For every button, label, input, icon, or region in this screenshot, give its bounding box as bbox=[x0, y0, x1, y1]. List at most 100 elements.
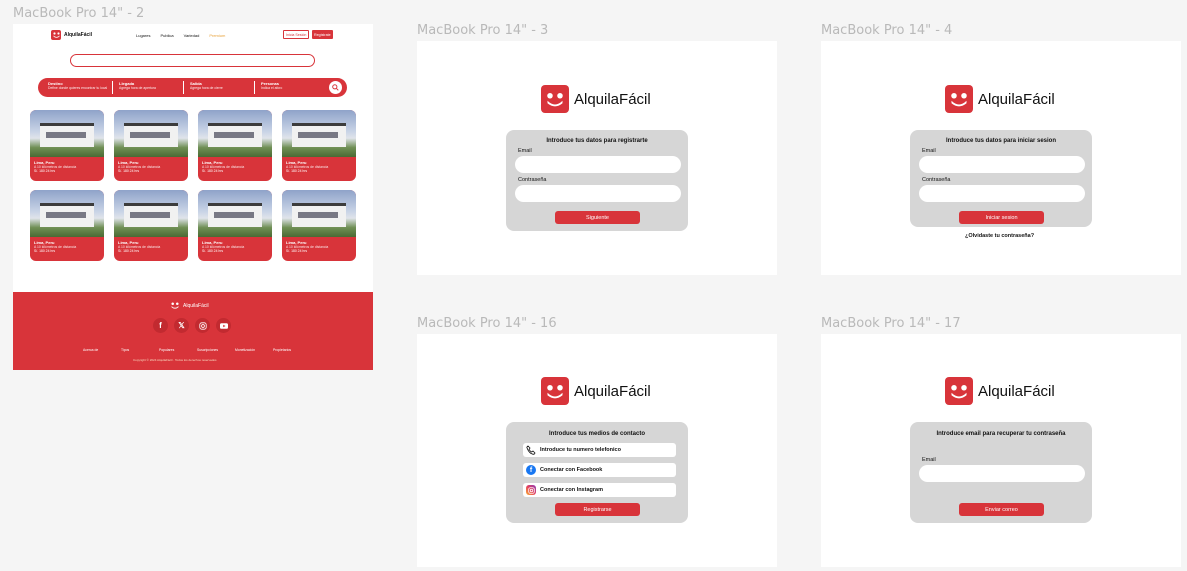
property-card[interactable]: Lima, Peru A 10 kilómetros de distancia S/… bbox=[114, 110, 188, 181]
property-price: S/. 180 24 hrs bbox=[286, 169, 308, 173]
recover-panel: Introduce email para recuperar tu contra… bbox=[910, 422, 1092, 523]
search-filters-bar: Destino Define donde quieres encontrar t… bbox=[38, 78, 347, 97]
password-label: Contraseña bbox=[922, 177, 951, 183]
property-card[interactable]: Lima, Peru A 10 kilómetros de distancia S/… bbox=[198, 190, 272, 261]
property-card[interactable]: Lima, Peru A 10 kilómetros de distancia S/… bbox=[198, 110, 272, 181]
filter-llegada[interactable]: Llegada Agrega hora de apertura bbox=[119, 81, 184, 94]
brand-icon bbox=[171, 302, 179, 309]
property-distance: A 10 kilómetros de distancia bbox=[286, 165, 329, 169]
filter-salida[interactable]: Salida Agrega hora de cierre bbox=[190, 81, 255, 94]
brand-icon bbox=[945, 85, 973, 113]
property-card[interactable]: Lima, Peru A 10 kilómetros de distancia S/… bbox=[114, 190, 188, 261]
property-distance: A 10 kilómetros de distancia bbox=[286, 245, 329, 249]
instagram-connect[interactable]: Conectar con Instagram bbox=[523, 483, 676, 497]
signup-button[interactable]: Registrarse bbox=[555, 503, 640, 516]
email-label: Email bbox=[922, 148, 936, 154]
brand-name: AlquilaFácil bbox=[574, 382, 651, 400]
social-links: f 𝕏 bbox=[153, 318, 231, 333]
property-distance: A 10 kilómetros de distancia bbox=[118, 245, 161, 249]
brand-name: AlquilaFácil bbox=[978, 90, 1055, 108]
brand-icon bbox=[945, 377, 973, 405]
facebook-connect[interactable]: f Conectar con Facebook bbox=[523, 463, 676, 477]
panel-title: Introduce email para recuperar tu contra… bbox=[936, 431, 1066, 437]
nav-link-lugares[interactable]: Lugares bbox=[136, 33, 150, 38]
phone-field[interactable]: Introduce tu numero telefonico bbox=[523, 443, 676, 457]
property-distance: A 10 kilómetros de distancia bbox=[202, 165, 245, 169]
panel-title: Introduce tus datos para registrarte bbox=[546, 138, 648, 144]
property-image bbox=[114, 110, 188, 157]
password-label: Contraseña bbox=[518, 177, 547, 183]
property-distance: A 10 kilómetros de distancia bbox=[34, 165, 77, 169]
login-panel: Introduce tus datos para iniciar sesion … bbox=[910, 130, 1092, 227]
login-submit-button[interactable]: Iniciar sesion bbox=[959, 211, 1044, 224]
footer-brand-name: AlquilaFácil bbox=[183, 302, 209, 309]
next-button[interactable]: Siguiente bbox=[555, 211, 640, 224]
footer-brand: AlquilaFácil bbox=[171, 302, 209, 309]
facebook-icon[interactable]: f bbox=[153, 318, 168, 333]
property-price: S/. 180 24 hrs bbox=[202, 169, 224, 173]
brand-logo: AlquilaFácil bbox=[541, 377, 651, 405]
property-card[interactable]: Lima, Peru A 10 kilómetros de distancia S/… bbox=[30, 110, 104, 181]
property-distance: A 10 kilómetros de distancia bbox=[118, 165, 161, 169]
instagram-connect-label: Conectar con Instagram bbox=[540, 487, 603, 493]
contact-panel: Introduce tus medios de contacto Introdu… bbox=[506, 422, 688, 523]
footer-link[interactable]: Propietarios bbox=[273, 348, 311, 352]
youtube-icon[interactable] bbox=[216, 318, 231, 333]
forgot-password-link[interactable]: ¿Olvidaste tu contraseña? bbox=[965, 233, 1034, 239]
footer-link[interactable]: Acerca de bbox=[83, 348, 121, 352]
property-distance: A 10 kilómetros de distancia bbox=[34, 245, 77, 249]
password-field[interactable] bbox=[919, 185, 1085, 202]
panel-title: Introduce tus datos para iniciar sesion bbox=[945, 138, 1057, 144]
instagram-icon[interactable] bbox=[195, 318, 210, 333]
nav-link-premium[interactable]: Premium bbox=[209, 33, 225, 38]
footer-link[interactable]: Tipos bbox=[121, 348, 159, 352]
footer-link[interactable]: Monetización bbox=[235, 348, 273, 352]
property-image bbox=[282, 110, 356, 157]
brand-name: AlquilaFácil bbox=[64, 32, 93, 38]
property-card[interactable]: Lima, Peru A 10 kilómetros de distancia S/… bbox=[282, 190, 356, 261]
property-price: S/. 180 24 hrs bbox=[34, 249, 56, 253]
property-image bbox=[198, 190, 272, 237]
search-icon[interactable] bbox=[329, 81, 342, 94]
login-button[interactable]: Inicia Sesión bbox=[283, 30, 310, 39]
property-image bbox=[30, 110, 104, 157]
frame-label: MacBook Pro 14" - 3 bbox=[417, 23, 549, 38]
home-page-frame: AlquilaFácil Lugares Publica Variedad Pr… bbox=[13, 24, 373, 370]
search-input[interactable] bbox=[70, 54, 315, 67]
brand-name: AlquilaFácil bbox=[574, 90, 651, 108]
filter-personas[interactable]: Personas Indica el aforo bbox=[261, 81, 326, 94]
property-image bbox=[198, 110, 272, 157]
nav-link-publica[interactable]: Publica bbox=[160, 33, 173, 38]
register-frame: AlquilaFácil Introduce tus datos para re… bbox=[417, 41, 777, 275]
filter-destino[interactable]: Destino Define donde quieres encontrar t… bbox=[48, 81, 113, 94]
brand-name: AlquilaFácil bbox=[978, 382, 1055, 400]
register-button[interactable]: Regístrate bbox=[312, 30, 333, 39]
copyright: Copyright © 2024 AlquilaFácil · Todos lo… bbox=[133, 358, 217, 362]
nav-link-variedad[interactable]: Variedad bbox=[184, 33, 200, 38]
property-price: S/. 180 24 hrs bbox=[34, 169, 56, 173]
email-field[interactable] bbox=[515, 156, 681, 173]
footer: AlquilaFácil f 𝕏 Acerca de Tipos Popular… bbox=[13, 292, 373, 370]
property-card[interactable]: Lima, Peru A 10 kilómetros de distancia S/… bbox=[282, 110, 356, 181]
footer-link[interactable]: Populares bbox=[159, 348, 197, 352]
facebook-icon: f bbox=[526, 465, 536, 475]
login-frame: AlquilaFácil Introduce tus datos para in… bbox=[821, 41, 1181, 275]
email-field[interactable] bbox=[919, 156, 1085, 173]
frame-label: MacBook Pro 14" - 16 bbox=[417, 316, 557, 331]
password-field[interactable] bbox=[515, 185, 681, 202]
property-card[interactable]: Lima, Peru A 10 kilómetros de distancia S/… bbox=[30, 190, 104, 261]
filter-subtitle: Indica el aforo bbox=[261, 86, 283, 90]
brand-icon bbox=[541, 377, 569, 405]
instagram-icon bbox=[526, 485, 536, 495]
brand-logo[interactable]: AlquilaFácil bbox=[51, 30, 92, 40]
footer-link[interactable]: Suscripciones bbox=[197, 348, 235, 352]
property-distance: A 10 kilómetros de distancia bbox=[202, 245, 245, 249]
property-image bbox=[30, 190, 104, 237]
top-nav: AlquilaFácil Lugares Publica Variedad Pr… bbox=[13, 29, 373, 43]
footer-links: Acerca de Tipos Populares Suscripciones … bbox=[83, 348, 311, 352]
brand-logo: AlquilaFácil bbox=[945, 85, 1055, 113]
register-panel: Introduce tus datos para registrarte Ema… bbox=[506, 130, 688, 231]
email-field[interactable] bbox=[919, 465, 1085, 482]
x-icon[interactable]: 𝕏 bbox=[174, 318, 189, 333]
send-email-button[interactable]: Enviar correo bbox=[959, 503, 1044, 516]
